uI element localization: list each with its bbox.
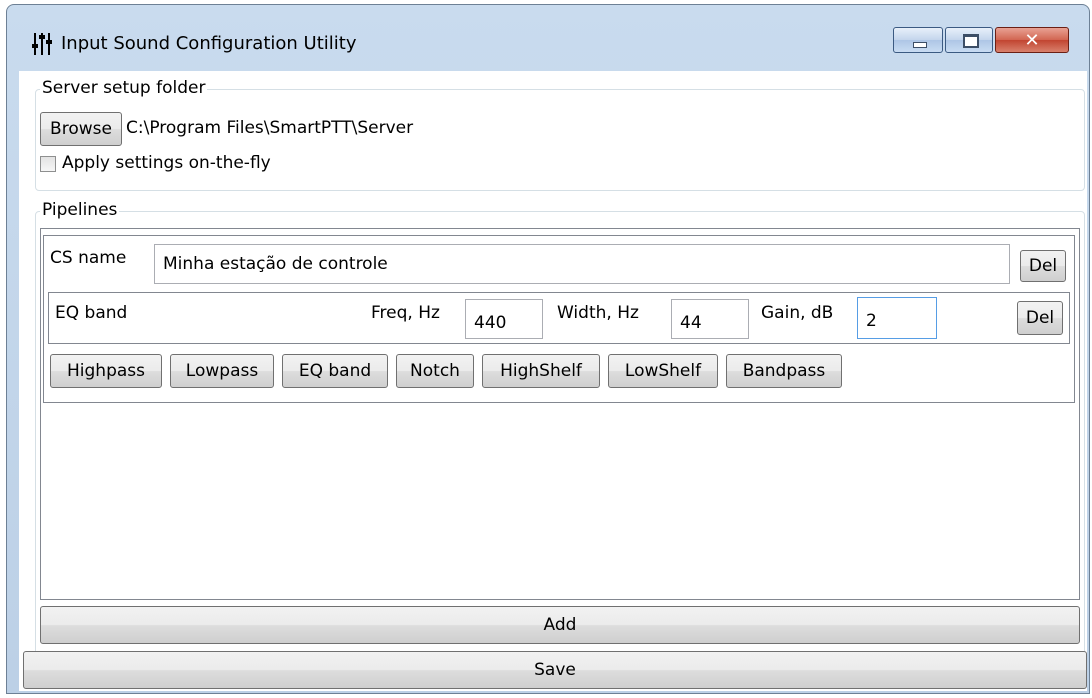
add-lowshelf-button[interactable]: LowShelf bbox=[608, 354, 718, 388]
add-highshelf-button[interactable]: HighShelf bbox=[482, 354, 600, 388]
pipelines-group: Pipelines CS name Minha estação de contr… bbox=[35, 200, 1085, 677]
add-lowpass-button[interactable]: Lowpass bbox=[170, 354, 274, 388]
delete-band-button[interactable]: Del bbox=[1017, 301, 1063, 335]
filter-buttons-row: Highpass Lowpass EQ band Notch HighShelf… bbox=[50, 354, 1050, 390]
add-highpass-button[interactable]: Highpass bbox=[50, 354, 162, 388]
add-notch-button[interactable]: Notch bbox=[396, 354, 474, 388]
close-icon: ✕ bbox=[1024, 30, 1040, 51]
pipelines-list: CS name Minha estação de controle Del EQ… bbox=[40, 228, 1080, 600]
server-path: C:\Program Files\SmartPTT\Server bbox=[126, 118, 414, 138]
band-row: EQ band Freq, Hz 440 Width, Hz 44 Gain, … bbox=[48, 292, 1070, 344]
width-input[interactable]: 44 bbox=[671, 299, 749, 339]
cs-name-label: CS name bbox=[50, 248, 127, 268]
maximize-button[interactable] bbox=[945, 27, 993, 53]
add-eq-band-button[interactable]: EQ band bbox=[282, 354, 388, 388]
freq-input[interactable]: 440 bbox=[465, 299, 543, 339]
gain-input[interactable]: 2 bbox=[857, 297, 937, 339]
gain-label: Gain, dB bbox=[761, 303, 834, 323]
pipeline-item: CS name Minha estação de controle Del EQ… bbox=[43, 235, 1075, 403]
save-button[interactable]: Save bbox=[23, 651, 1087, 689]
sliders-icon bbox=[32, 33, 52, 55]
title-bar[interactable]: Input Sound Configuration Utility ✕ bbox=[7, 5, 1089, 69]
browse-button[interactable]: Browse bbox=[40, 112, 122, 146]
freq-label: Freq, Hz bbox=[371, 303, 440, 323]
close-button[interactable]: ✕ bbox=[995, 27, 1069, 53]
band-type-label: EQ band bbox=[55, 303, 128, 323]
client-area: Server setup folder Browse C:\Program Fi… bbox=[19, 71, 1087, 691]
app-window: Input Sound Configuration Utility ✕ Serv… bbox=[6, 4, 1090, 694]
apply-on-the-fly-label[interactable]: Apply settings on-the-fly bbox=[62, 153, 271, 173]
maximize-icon bbox=[963, 34, 979, 48]
delete-pipeline-button[interactable]: Del bbox=[1020, 250, 1066, 282]
add-bandpass-button[interactable]: Bandpass bbox=[726, 354, 842, 388]
cs-name-input[interactable]: Minha estação de controle bbox=[154, 244, 1010, 284]
server-setup-group: Server setup folder Browse C:\Program Fi… bbox=[35, 78, 1085, 191]
minimize-button[interactable] bbox=[893, 27, 943, 53]
width-label: Width, Hz bbox=[557, 303, 639, 323]
minimize-icon bbox=[913, 42, 927, 48]
server-setup-legend: Server setup folder bbox=[40, 78, 208, 98]
pipelines-legend: Pipelines bbox=[40, 200, 120, 220]
apply-on-the-fly-checkbox[interactable] bbox=[40, 156, 56, 172]
add-pipeline-button[interactable]: Add bbox=[40, 606, 1080, 644]
window-title: Input Sound Configuration Utility bbox=[61, 33, 357, 54]
